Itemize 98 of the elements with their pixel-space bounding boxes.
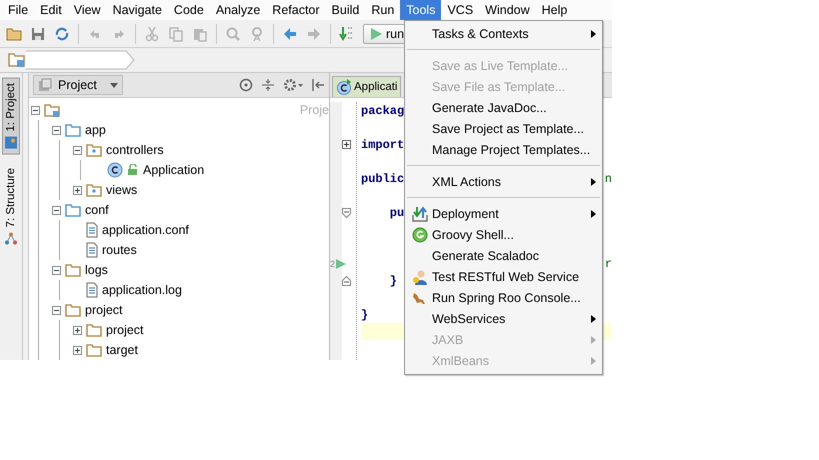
menu-item[interactable]: Help — [536, 0, 574, 20]
tool-window-tab[interactable]: 1: Project — [2, 78, 20, 155]
code-text: r — [604, 256, 612, 270]
project-icon — [4, 136, 18, 150]
hide-panel-icon[interactable] — [311, 78, 325, 92]
menu-item[interactable]: Manage Project Templates... — [405, 139, 602, 160]
collapse-icon[interactable] — [31, 106, 40, 114]
collapse-icon[interactable] — [52, 126, 61, 134]
tree-item[interactable]: project — [85, 303, 123, 317]
sync-icon[interactable] — [54, 26, 70, 42]
tree-item[interactable]: project — [106, 323, 144, 337]
tree-item[interactable]: Application — [143, 163, 204, 177]
view-icon — [38, 78, 52, 92]
structure-icon — [4, 231, 18, 246]
path-hint: Proje — [300, 103, 329, 117]
collapse-all-icon[interactable] — [261, 78, 275, 92]
code-text: import — [361, 138, 404, 152]
tree-item[interactable]: application.log — [102, 283, 182, 297]
menu-item[interactable]: Window — [479, 0, 536, 20]
tree-item[interactable]: conf — [85, 203, 109, 217]
menu-item[interactable]: Generate JavaDoc... — [405, 97, 602, 118]
menu-item[interactable]: XML Actions — [405, 171, 602, 192]
collapse-icon[interactable] — [52, 206, 61, 214]
code-text: public — [361, 172, 404, 186]
open-folder-icon[interactable] — [6, 26, 22, 42]
folder-icon — [65, 122, 81, 138]
submenu-arrow-icon — [591, 178, 596, 186]
settings-icon[interactable] — [283, 78, 303, 92]
menu-item[interactable]: Build — [326, 0, 366, 20]
expand-icon[interactable] — [73, 346, 82, 354]
menu-item[interactable]: Tools — [400, 0, 442, 20]
menu-item[interactable]: Navigate — [106, 0, 168, 20]
menu-item[interactable]: Save Project as Template... — [405, 118, 602, 139]
submenu-arrow-icon — [591, 210, 596, 218]
file-icon — [86, 282, 98, 298]
folder-icon — [65, 202, 81, 218]
file-icon — [86, 222, 98, 238]
deploy-icon — [412, 206, 428, 222]
run-count: 2 — [330, 258, 336, 268]
menu-item[interactable]: WebServices — [405, 308, 602, 329]
expand-icon[interactable] — [73, 186, 82, 194]
menu-item[interactable]: Run Spring Roo Console... — [405, 287, 602, 308]
package-icon — [86, 142, 102, 158]
code-text: n — [604, 172, 612, 186]
menu-item[interactable]: Groovy Shell... — [405, 224, 602, 245]
file-icon — [86, 242, 98, 258]
code-text: } — [388, 274, 398, 288]
submenu-arrow-icon — [591, 336, 596, 344]
code-text: } — [361, 308, 368, 322]
tree-item[interactable]: app — [85, 123, 106, 137]
view-selector[interactable]: Project — [33, 75, 123, 95]
collapse-icon[interactable] — [52, 266, 61, 274]
lock-icon — [127, 164, 139, 176]
class-icon — [336, 79, 352, 95]
make-icon[interactable] — [339, 26, 355, 42]
tree-item[interactable]: target — [106, 343, 138, 357]
folder-icon — [44, 102, 60, 118]
groovy-icon — [412, 226, 428, 242]
menu-item[interactable]: Edit — [34, 0, 68, 20]
folder-icon — [8, 52, 26, 68]
code-text: packag — [361, 104, 404, 118]
menu-item[interactable]: File — [2, 0, 34, 20]
class-icon — [107, 162, 123, 178]
submenu-arrow-icon — [591, 30, 596, 38]
caret-icon — [110, 82, 118, 88]
menu-item[interactable]: Test RESTful Web Service — [405, 266, 602, 287]
person-icon — [412, 268, 428, 284]
tree-item[interactable]: views — [106, 183, 138, 197]
folder-icon — [65, 302, 81, 318]
tree-item[interactable]: application.conf — [102, 223, 189, 237]
collapse-icon[interactable] — [73, 146, 82, 154]
locate-icon[interactable] — [239, 78, 253, 92]
collapse-icon[interactable] — [52, 306, 61, 314]
editor-tab[interactable]: Applicati — [332, 76, 402, 97]
code-text: pu — [388, 206, 404, 220]
tree-item[interactable]: controllers — [106, 143, 164, 157]
menu-item[interactable]: Refactor — [266, 0, 326, 20]
tool-window-tab[interactable]: 7: Structure — [2, 162, 20, 250]
package-icon — [86, 182, 102, 198]
folder-icon — [86, 322, 102, 338]
fold-icon[interactable] — [342, 208, 351, 218]
menu-item[interactable]: Code — [168, 0, 210, 20]
folder-icon — [65, 262, 81, 278]
menu-item[interactable]: Deployment — [405, 203, 602, 224]
back-arrow-icon[interactable] — [282, 26, 298, 42]
expand-icon[interactable] — [73, 326, 82, 334]
tree-item[interactable]: routes — [102, 243, 137, 257]
menu-item[interactable]: VCS — [441, 0, 480, 20]
tree-item[interactable]: logs — [85, 263, 108, 277]
menu-item[interactable]: Generate Scaladoc — [405, 245, 602, 266]
save-icon[interactable] — [30, 26, 46, 42]
expand-icon[interactable] — [342, 140, 351, 149]
fold-icon[interactable] — [342, 276, 351, 286]
menu-item[interactable]: View — [68, 0, 107, 20]
menu-item[interactable]: Analyze — [210, 0, 266, 20]
submenu-arrow-icon — [591, 356, 596, 364]
submenu-arrow-icon — [591, 314, 596, 322]
menu-item[interactable]: Run — [365, 0, 400, 20]
